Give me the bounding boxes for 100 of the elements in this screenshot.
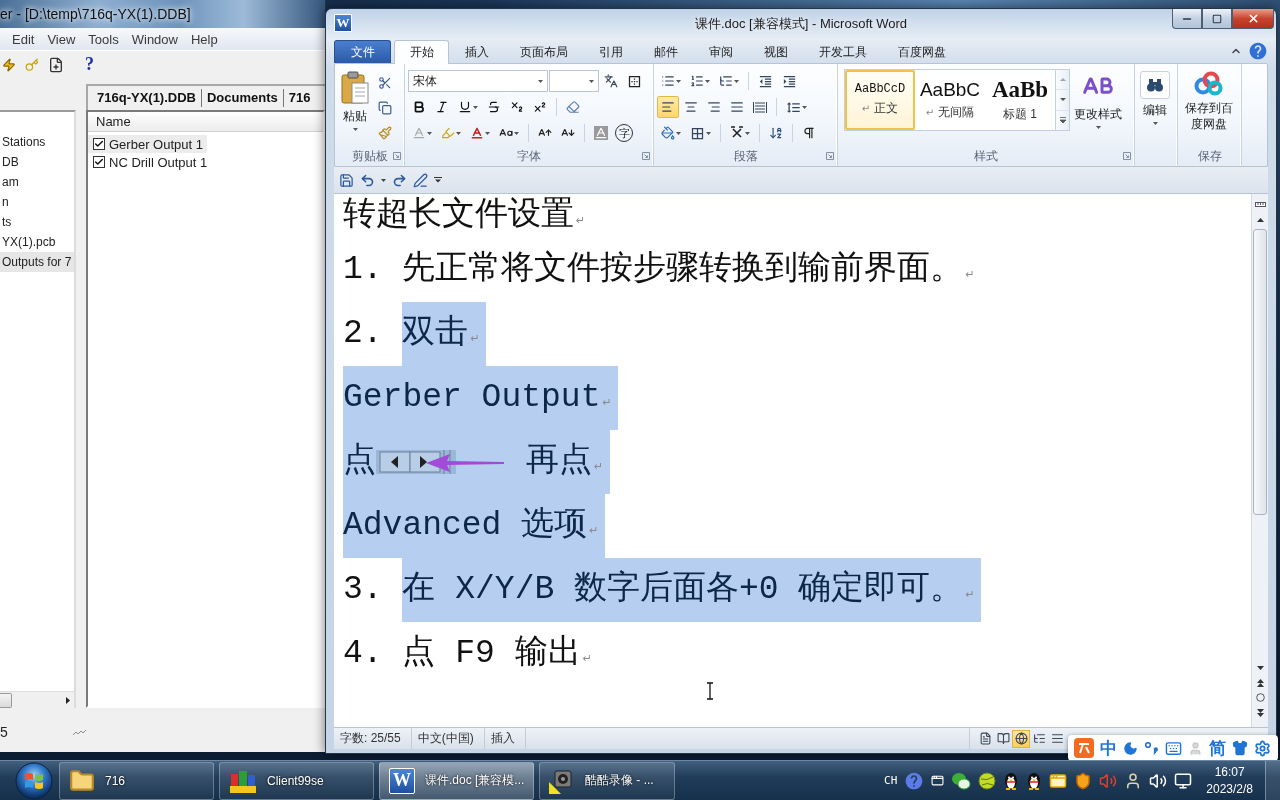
group-label: 剪贴板 xyxy=(351,147,388,165)
settings-icon[interactable] xyxy=(1254,739,1271,757)
clock-time[interactable]: 16:07 xyxy=(1214,763,1245,781)
change-styles-button[interactable]: 更改样式 xyxy=(1072,68,1124,146)
monitor-icon[interactable] xyxy=(1174,771,1193,790)
tab[interactable]: 716 xyxy=(283,89,316,107)
taskbar-button[interactable]: Client99se xyxy=(219,761,374,800)
moon-icon[interactable] xyxy=(1123,740,1139,756)
taskbar-button[interactable]: W 课件.doc [兼容模... xyxy=(379,761,534,800)
menu-item[interactable]: View xyxy=(47,31,76,47)
ribbon-tab[interactable]: 插入 xyxy=(449,40,504,63)
keyboard-icon[interactable] xyxy=(1164,739,1182,757)
menu-item[interactable]: Window xyxy=(131,31,178,47)
new-document-icon[interactable] xyxy=(48,56,64,73)
globe-icon[interactable] xyxy=(978,771,997,790)
list-item[interactable]: Gerber Output 1 xyxy=(88,135,207,153)
tree-item[interactable]: ts xyxy=(0,212,74,232)
launcher-icon[interactable] xyxy=(642,152,650,160)
script-button[interactable]: 简 xyxy=(1208,739,1226,757)
lightning-icon[interactable] xyxy=(2,57,16,72)
ribbon-tab[interactable]: 引用 xyxy=(583,40,638,63)
edit-icon[interactable] xyxy=(413,172,428,188)
ribbon-tab[interactable]: 视图 xyxy=(748,40,803,63)
shield-icon[interactable] xyxy=(1074,771,1093,790)
scroll-thumb[interactable] xyxy=(1253,229,1267,515)
taskbar-button[interactable]: 酷酷录像 - ... xyxy=(539,761,675,800)
penguin-icon[interactable] xyxy=(1003,771,1020,790)
editing-button[interactable]: 编辑 xyxy=(1138,68,1172,146)
caret-icon xyxy=(473,105,478,109)
taskbar-button[interactable]: 716 xyxy=(59,761,214,800)
gallery-down-button[interactable] xyxy=(1056,90,1069,111)
maximize-button[interactable] xyxy=(1202,9,1232,29)
cloud-rings-icon xyxy=(1194,71,1224,97)
help-icon[interactable] xyxy=(904,770,925,791)
launcher-icon[interactable] xyxy=(826,152,834,160)
paste-button[interactable]: 粘贴 xyxy=(338,68,372,146)
window-icon[interactable] xyxy=(931,774,945,787)
volume-icon[interactable] xyxy=(1149,771,1168,790)
launcher-icon[interactable] xyxy=(393,152,401,160)
column-header[interactable]: Name xyxy=(88,112,323,132)
insert-mode-status[interactable]: 插入 xyxy=(484,728,526,749)
ribbon-tab[interactable]: 开发工具 xyxy=(803,40,882,63)
ribbon-tab[interactable]: 邮件 xyxy=(638,40,693,63)
tree-item[interactable]: YX(1).pcb xyxy=(0,232,74,252)
language-status[interactable]: 中文(中国) xyxy=(411,728,485,749)
scroll-right-icon[interactable] xyxy=(66,696,70,704)
language-indicator[interactable]: CH xyxy=(884,774,898,787)
undo-icon[interactable] xyxy=(360,172,375,188)
tree-item[interactable]: Stations xyxy=(0,132,74,152)
down-triangle-icon xyxy=(1256,665,1264,670)
ribbon-tab[interactable]: 百度网盘 xyxy=(882,40,961,63)
punctuation-icon[interactable] xyxy=(1144,741,1159,755)
align-left-button[interactable] xyxy=(657,96,679,118)
view-button[interactable] xyxy=(1012,729,1030,748)
tab[interactable]: Documents xyxy=(201,89,284,107)
show-desktop-button[interactable] xyxy=(1265,761,1280,800)
ribbon-tab[interactable]: 页面布局 xyxy=(504,40,583,63)
ime-logo-icon[interactable] xyxy=(1074,738,1094,758)
window-icon[interactable] xyxy=(1049,771,1068,790)
start-button[interactable] xyxy=(14,760,54,800)
clock-date[interactable]: 2023/2/8 xyxy=(1206,780,1253,798)
tree-item[interactable]: n xyxy=(0,192,74,212)
scroll-thumb[interactable] xyxy=(0,692,12,708)
ribbon-tab[interactable]: 开始 xyxy=(394,40,449,64)
checkbox[interactable] xyxy=(93,138,105,150)
chat-bubbles-icon[interactable] xyxy=(951,771,972,790)
redo-icon[interactable] xyxy=(392,172,407,188)
style-option[interactable]: AaBb 标题 1 xyxy=(985,70,1055,130)
tab[interactable]: 716q-YX(1).DDB xyxy=(92,89,202,107)
menu-item[interactable]: Tools xyxy=(88,31,119,47)
menu-item[interactable]: Help xyxy=(190,31,218,47)
ribbon-tab[interactable]: 审阅 xyxy=(693,40,748,63)
style-option[interactable]: AaBbCcD ↵ 正文 xyxy=(845,70,915,130)
font-size-field[interactable] xyxy=(549,70,599,92)
caret-icon xyxy=(514,131,519,135)
minimize-button[interactable] xyxy=(1172,9,1202,29)
close-button[interactable] xyxy=(1232,9,1274,29)
save-to-cloud-button[interactable]: 保存到百度网盘 xyxy=(1181,68,1237,146)
list-item[interactable]: NC Drill Output 1 xyxy=(88,153,212,171)
save-icon[interactable] xyxy=(339,172,354,188)
tree-item[interactable]: am xyxy=(0,172,74,192)
file-tab[interactable]: 文件 xyxy=(334,40,391,63)
launcher-icon[interactable] xyxy=(1123,152,1131,160)
help-icon[interactable] xyxy=(1248,41,1268,61)
help-button[interactable]: ? xyxy=(85,54,94,75)
shirt-icon[interactable] xyxy=(1231,740,1248,756)
word-count-status[interactable]: 字数: 25/55 xyxy=(334,728,412,749)
penguin-icon[interactable] xyxy=(1026,771,1043,790)
word-logo[interactable]: W xyxy=(334,14,352,32)
speaker-icon[interactable] xyxy=(1099,771,1118,790)
font-name-field[interactable]: 宋体 xyxy=(408,70,548,92)
style-option[interactable]: AaBbC ↵ 无间隔 xyxy=(915,70,985,130)
customize-caret-icon[interactable] xyxy=(434,177,442,183)
checkbox[interactable] xyxy=(93,156,105,168)
caret-icon[interactable] xyxy=(381,178,386,182)
tree-item[interactable]: Outputs for 7 xyxy=(0,252,74,272)
input-mode-button[interactable]: 中 xyxy=(1100,739,1118,757)
menu-item[interactable]: Edit xyxy=(12,31,35,47)
tree-item[interactable]: DB xyxy=(0,152,74,172)
windows-logo-icon xyxy=(15,761,53,800)
